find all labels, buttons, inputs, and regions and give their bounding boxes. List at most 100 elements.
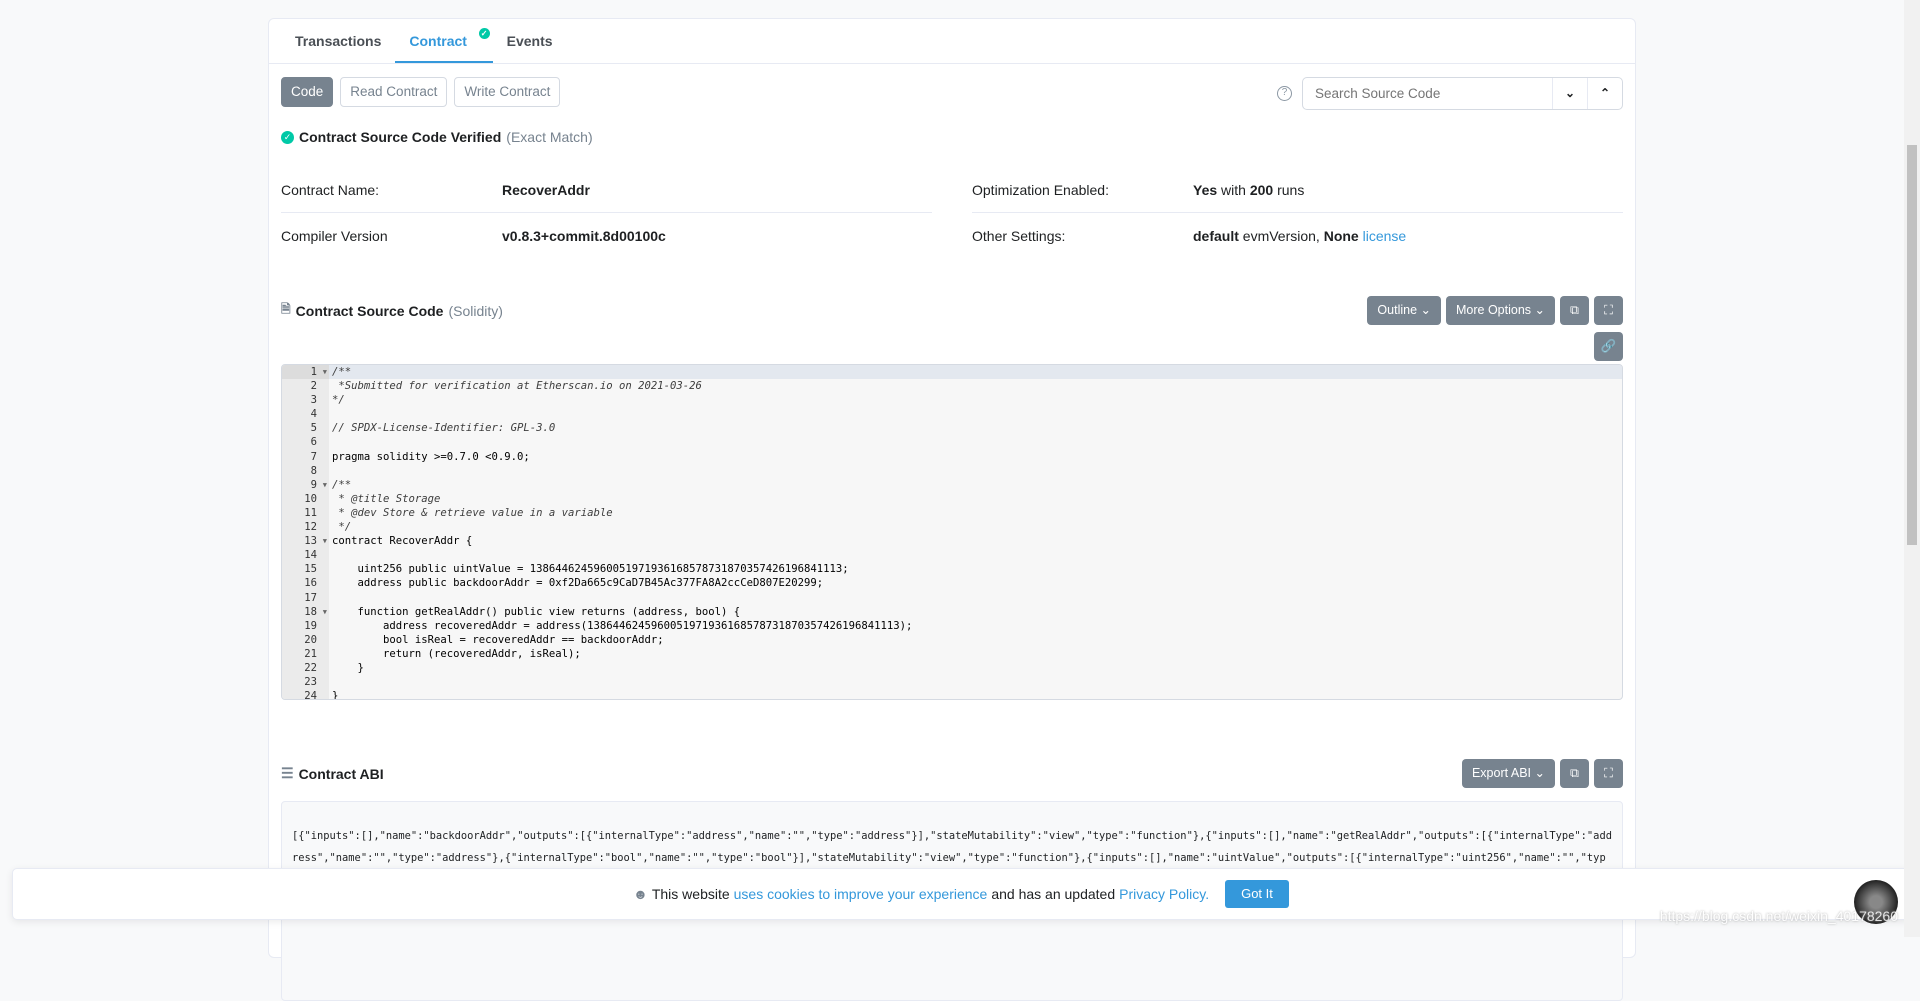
line-number: 11 [282, 505, 329, 521]
code-text: * @title Storage [332, 492, 441, 505]
got-it-button[interactable]: Got It [1225, 880, 1289, 908]
code-text: * @dev Store & retrieve value in a varia… [332, 506, 613, 519]
fullscreen-icon[interactable]: ⛶ [1594, 759, 1623, 788]
line-number: 24 [282, 689, 329, 699]
line-number: 23 [282, 675, 329, 690]
cookie-link[interactable]: uses cookies to improve your experience [734, 886, 988, 902]
code-line: 7 pragma solidity >=0.7.0 <0.9.0; [282, 449, 1622, 464]
check-circle-icon: ✓ [478, 28, 490, 39]
line-number: 15 [282, 562, 329, 577]
copy-icon[interactable]: ⧉ [1560, 296, 1589, 325]
tab-label: Contract [409, 33, 467, 49]
line-number: 6 [282, 435, 329, 450]
watermark: https://blog.csdn.net/weixin_40178260 [1659, 908, 1898, 924]
source-code-editor[interactable]: 1 ▼/** 2 *Submitted for verification at Et… [281, 364, 1623, 700]
source-title: Contract Source Code [295, 302, 444, 319]
code-line: 13 ▼ contract RecoverAddr { [282, 534, 1622, 549]
check-circle-icon: ✓ [281, 130, 294, 144]
link-icon[interactable]: 🔗 [1594, 332, 1623, 361]
subtab-group: Code Read Contract Write Contract [281, 77, 561, 107]
line-number: 14 [282, 548, 329, 563]
code-text: } [332, 690, 339, 700]
verified-status: ✓ Contract Source Code Verified (Exact M… [281, 129, 593, 145]
license-none: None [1323, 228, 1359, 244]
compiler-row: Compiler Version v0.8.3+commit.8d00100c [281, 213, 932, 259]
line-number: 8 [282, 463, 329, 478]
optimization-value: Yes with 200 runs [1193, 182, 1304, 198]
chevron-down-icon[interactable]: ⌄ [1552, 78, 1587, 109]
contract-name: RecoverAddr [502, 181, 590, 198]
code-text: // SPDX-License-Identifier: GPL-3.0 [332, 422, 556, 435]
code-line: 2 *Submitted for verification at Ethersc… [282, 379, 1622, 394]
outline-button[interactable]: Outline ⌄ [1367, 296, 1441, 325]
code-line: 24} [282, 689, 1622, 700]
source-code-heading: 🗎 Contract Source Code (Solidity) [281, 300, 503, 321]
code-text: contract RecoverAddr { [332, 535, 473, 548]
tab-events[interactable]: Events [493, 19, 567, 63]
code-line: 14 [282, 548, 1622, 563]
code-line: 1 ▼/** [282, 365, 1622, 380]
search-input[interactable] [1303, 78, 1552, 109]
contract-name-row: Contract Name: RecoverAddr [281, 167, 932, 213]
privacy-policy-link[interactable]: Privacy Policy. [1119, 886, 1209, 902]
code-line: 17 [282, 590, 1622, 605]
tab-label: Events [506, 33, 553, 49]
code-text: uint256 public uintValue = 1386446245960… [332, 563, 849, 576]
chevron-down-icon: ⌄ [1534, 303, 1545, 317]
code-text: address public backdoorAddr = 0xf2Da665c… [332, 577, 824, 590]
tab-transactions[interactable]: Transactions [281, 19, 395, 63]
more-options-button[interactable]: More Options ⌄ [1446, 296, 1555, 325]
verified-note: (Exact Match) [506, 129, 593, 145]
cookie-banner: ☻ This website uses cookies to improve y… [12, 868, 1910, 920]
line-number: 3 [282, 393, 329, 408]
code-line: 6 [282, 435, 1622, 450]
outline-label: Outline [1377, 303, 1418, 317]
code-line: 8 [282, 463, 1622, 478]
line-number: 10 [282, 491, 329, 506]
write-contract-button[interactable]: Write Contract [454, 77, 561, 107]
search-box: ⌄ ⌃ [1302, 77, 1623, 110]
list-check-icon: ☰ [281, 765, 294, 781]
code-text: *Submitted for verification at Etherscan… [332, 380, 702, 393]
line-number: 2 [282, 379, 329, 394]
code-line: 3 */ [282, 393, 1622, 408]
chevron-up-icon[interactable]: ⌃ [1587, 78, 1622, 109]
copy-icon[interactable]: ⧉ [1560, 759, 1589, 788]
code-line: 23 [282, 675, 1622, 690]
evm-text: evmVersion, [1242, 228, 1320, 244]
fold-arrow-icon[interactable]: ▼ [323, 365, 327, 379]
line-number: 18 ▼ [282, 604, 329, 619]
other-settings-row: Other Settings: default evmVersion, None … [972, 213, 1623, 259]
fold-arrow-icon[interactable]: ▼ [323, 534, 327, 548]
code-button[interactable]: Code [281, 77, 334, 107]
fold-arrow-icon[interactable]: ▼ [323, 478, 327, 492]
license-link[interactable]: license [1363, 228, 1407, 244]
cookie-text: and has an updated [991, 886, 1116, 902]
abi-title: Contract ABI [298, 765, 384, 782]
code-line: 11 * @dev Store & retrieve value in a va… [282, 505, 1622, 521]
cookie-icon: ☻ [633, 886, 648, 902]
fold-arrow-icon[interactable]: ▼ [323, 605, 327, 619]
file-code-icon: 🗎 [281, 302, 291, 316]
label: Optimization Enabled: [972, 181, 1109, 198]
label: Other Settings: [972, 228, 1066, 244]
line-number: 13 ▼ [282, 534, 329, 549]
line-number: 9 ▼ [282, 477, 329, 492]
help-icon[interactable]: ? [1277, 86, 1292, 101]
read-contract-button[interactable]: Read Contract [340, 77, 448, 107]
export-abi-button[interactable]: Export ABI ⌄ [1461, 759, 1555, 788]
code-line: 19 address recoveredAddr = address(13864… [282, 618, 1622, 633]
code-line: 10 * @title Storage [282, 491, 1622, 506]
tab-contract[interactable]: Contract ✓ [395, 19, 493, 63]
code-text: address recoveredAddr = address(13864462… [332, 619, 913, 632]
fullscreen-icon[interactable]: ⛶ [1594, 296, 1623, 325]
line-number: 21 [282, 646, 329, 661]
scrollbar-thumb[interactable] [1907, 145, 1917, 545]
chevron-down-icon: ⌄ [1420, 303, 1431, 317]
export-abi-label: Export ABI [1471, 766, 1532, 780]
page-scrollbar[interactable] [1904, 0, 1920, 937]
opt-runs: 200 [1249, 181, 1274, 198]
